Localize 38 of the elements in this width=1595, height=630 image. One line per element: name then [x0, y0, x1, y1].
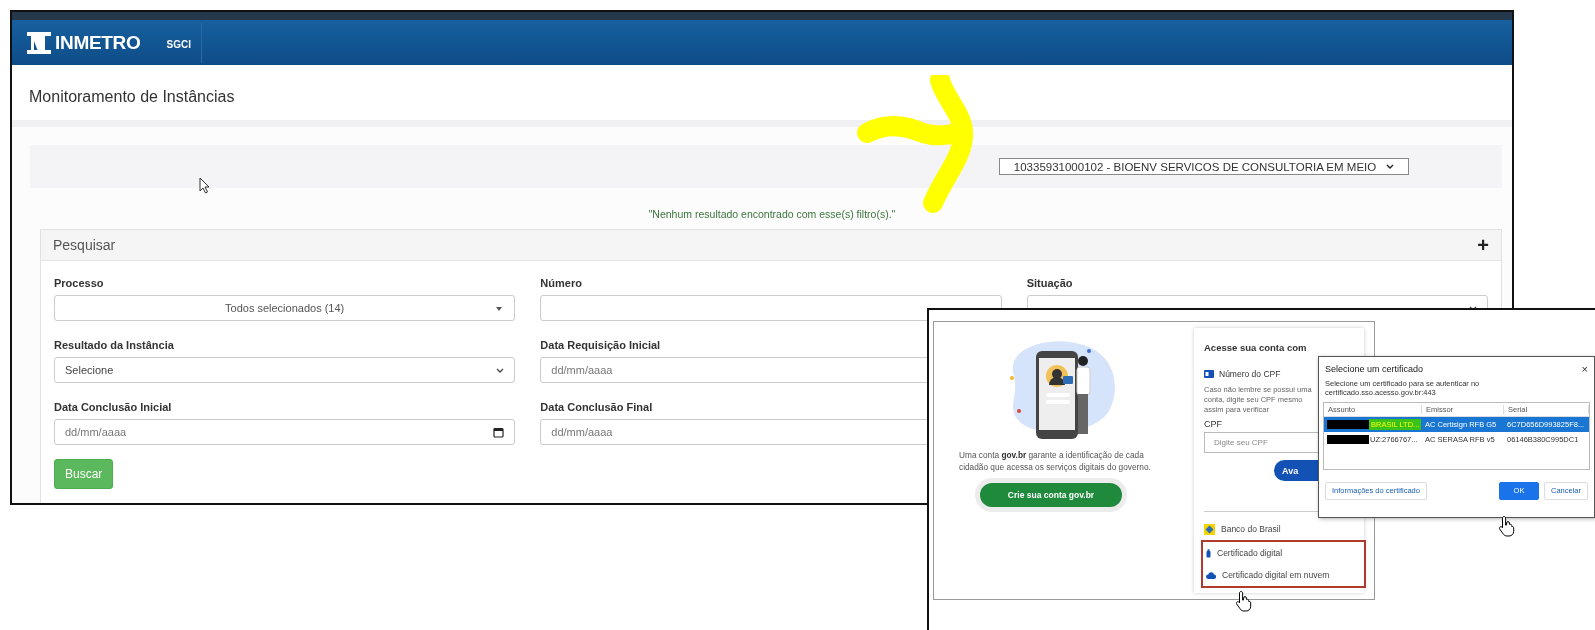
panel-title: Pesquisar: [53, 237, 116, 253]
logo-icon: [26, 30, 52, 55]
id-card-icon: [1204, 370, 1214, 378]
multiselect-field[interactable]: Todos selecionados (14): [54, 295, 516, 321]
field-label: Número: [540, 277, 582, 289]
field-label: Situação: [1026, 277, 1073, 289]
login-option[interactable]: Certificado digital: [1206, 542, 1361, 565]
field-label: Processo: [54, 277, 104, 289]
field-label: Data Requisição Inicial: [540, 339, 661, 351]
no-results-message: "Nenhum resultado encontrado com esse(s) filtro(s).": [648, 208, 896, 220]
logo-text: INMETRO: [55, 31, 141, 54]
hand-pointer-icon: [1235, 590, 1253, 612]
company-select[interactable]: 10335931000102 - BIOENV SERVICOS DE CONSULTORIA EM MEIO: [999, 158, 1409, 175]
login-option[interactable]: Banco do Brasil: [1204, 518, 1354, 541]
input-field[interactable]: [540, 295, 1002, 321]
page-title: Monitoramento de Instâncias: [29, 86, 235, 106]
usb-token-icon: [1206, 548, 1211, 558]
cpf-label: CPF: [1204, 419, 1223, 430]
bank-logo-icon: [1204, 523, 1215, 535]
cpf-option[interactable]: Número do CPF: [1219, 369, 1281, 379]
field-label: Data Conclusão Final: [540, 401, 653, 413]
create-account-button[interactable]: Crie sua conta gov.br: [980, 482, 1122, 507]
app-name[interactable]: SGCI: [166, 22, 202, 63]
login-option[interactable]: Certificado digital em nuvem: [1206, 564, 1361, 587]
cloud-icon: [1206, 571, 1216, 579]
field-label: Data Conclusão Inicial: [54, 401, 172, 413]
card-title: Acesse sua conta com: [1204, 342, 1308, 353]
date-field[interactable]: dd/mm/aaaa: [54, 419, 516, 445]
chevron-down-icon: [496, 367, 505, 373]
expand-button[interactable]: +: [1477, 235, 1489, 255]
caret-icon: [496, 307, 503, 311]
intro-text: Uma conta gov.br garante a identificação de cada cidadão que acessa os serviços digitais do governo.: [959, 449, 1152, 474]
chevron-down-icon: [1386, 164, 1395, 169]
calendar-icon: [493, 426, 505, 438]
field-label: Resultado da Instância: [54, 339, 174, 351]
close-button[interactable]: ×: [1581, 364, 1588, 375]
dialog-title: Selecione um certificado: [1325, 364, 1424, 375]
select-field[interactable]: Selecione: [54, 357, 516, 383]
